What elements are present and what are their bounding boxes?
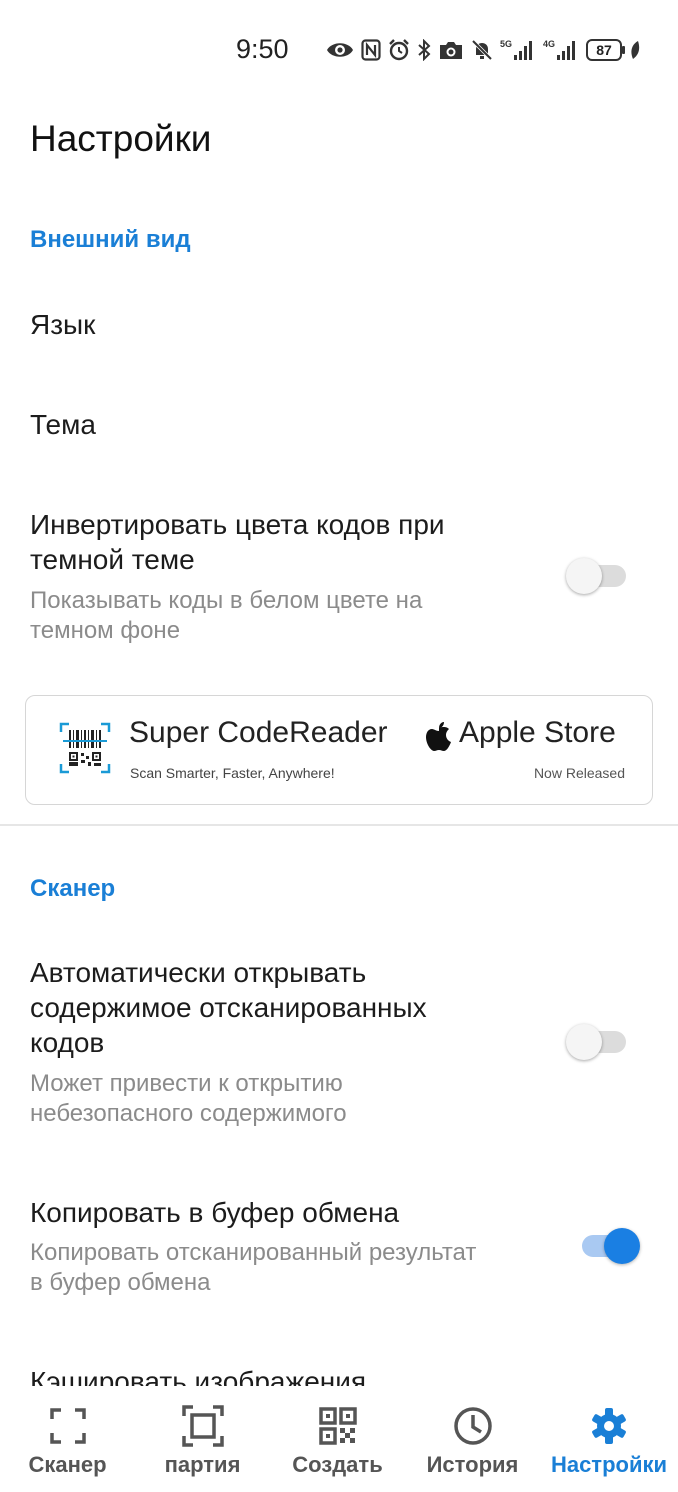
setting-invert-colors[interactable]: Инвертировать цвета кодов при темной тем…: [0, 500, 678, 660]
nav-label-scanner: Сканер: [28, 1452, 107, 1477]
setting-auto-open[interactable]: Автоматически открывать содержимое отска…: [0, 948, 678, 1138]
nav-item-batch[interactable]: партия: [135, 1386, 270, 1492]
status-bar: 9:50 5G 4G 87: [0, 0, 678, 100]
toggle-thumb: [604, 1228, 640, 1264]
auto-open-toggle[interactable]: [566, 1022, 626, 1062]
setting-auto-open-subtitle: Может привести к открытию небезопасного …: [30, 1069, 347, 1129]
setting-auto-open-title-line1: Автоматически открывать: [30, 957, 367, 988]
setting-invert-colors-title-line2: темной теме: [30, 544, 195, 575]
setting-theme[interactable]: Тема: [0, 390, 678, 460]
battery-icon: 87: [586, 39, 625, 61]
toggle-thumb: [566, 1024, 602, 1060]
scan-frame-icon: [49, 1408, 86, 1444]
nav-item-history[interactable]: История: [405, 1386, 540, 1492]
barcode-qr-logo-icon: [59, 722, 111, 774]
alarm-icon: [389, 39, 409, 61]
ad-tagline: Scan Smarter, Faster, Anywhere!: [130, 765, 335, 781]
setting-copy-clipboard-subtitle: Копировать отсканированный результат в б…: [30, 1238, 476, 1298]
section-divider: [0, 824, 678, 826]
clock-icon: [453, 1407, 492, 1445]
page-title: Настройки: [30, 118, 212, 159]
eye-icon: [327, 43, 353, 57]
ad-release-status: Now Released: [533, 765, 625, 781]
status-icons: 5G 4G 87: [326, 36, 641, 64]
nav-label-batch: партия: [164, 1452, 241, 1477]
svg-text:5G: 5G: [500, 39, 512, 49]
gear-icon: [592, 1408, 626, 1444]
setting-auto-open-title-line3: кодов: [30, 1027, 105, 1058]
setting-auto-open-subtitle-line1: Может привести к открытию: [30, 1070, 343, 1097]
toggle-thumb: [566, 558, 602, 594]
setting-invert-colors-title-line1: Инвертировать цвета кодов при: [30, 509, 445, 540]
leaf-icon: [631, 41, 640, 59]
copy-clipboard-toggle[interactable]: [578, 1226, 640, 1266]
signal-5g-icon: 5G: [500, 39, 532, 60]
status-time: 9:50: [236, 34, 289, 64]
nfc-icon: [361, 39, 381, 61]
setting-theme-label: Тема: [30, 409, 96, 440]
setting-auto-open-title-line2: содержимое отсканированных: [30, 992, 427, 1023]
qr-code-icon: [318, 1407, 357, 1445]
ad-store-name: Apple Store: [459, 716, 616, 749]
setting-invert-colors-title: Инвертировать цвета кодов при темной тем…: [30, 507, 445, 577]
batch-scan-icon: [181, 1405, 224, 1447]
nav-item-create[interactable]: Создать: [270, 1386, 405, 1492]
setting-invert-colors-subtitle: Показывать коды в белом цвете на темном …: [30, 586, 422, 646]
setting-auto-open-subtitle-line2: небезопасного содержимого: [30, 1100, 347, 1127]
signal-4g-icon: 4G: [543, 39, 575, 60]
setting-copy-clipboard[interactable]: Копировать в буфер обмена Копировать отс…: [0, 1188, 678, 1308]
ad-app-name: Super CodeReader: [129, 716, 388, 749]
ad-banner[interactable]: Super CodeReader Scan Smarter, Faster, A…: [25, 695, 653, 805]
svg-text:4G: 4G: [543, 39, 555, 49]
setting-copy-clipboard-title: Копировать в буфер обмена: [30, 1197, 400, 1228]
nav-item-settings[interactable]: Настройки: [540, 1386, 678, 1492]
bluetooth-icon: [418, 39, 431, 61]
section-header-scanner: Сканер: [30, 875, 116, 902]
setting-copy-clipboard-subtitle-line2: в буфер обмена: [30, 1269, 211, 1296]
apple-icon: [426, 722, 451, 751]
mute-icon: [471, 39, 493, 61]
setting-invert-colors-subtitle-line2: темном фоне: [30, 617, 181, 644]
camera-icon: [440, 42, 462, 59]
section-header-appearance: Внешний вид: [30, 226, 191, 253]
setting-language[interactable]: Язык: [0, 290, 678, 360]
nav-item-scanner[interactable]: Сканер: [0, 1386, 135, 1492]
nav-label-create: Создать: [292, 1452, 383, 1477]
nav-label-history: История: [426, 1452, 519, 1477]
setting-copy-clipboard-subtitle-line1: Копировать отсканированный результат: [30, 1239, 477, 1266]
setting-auto-open-title: Автоматически открывать содержимое отска…: [30, 955, 427, 1060]
nav-label-settings: Настройки: [550, 1452, 668, 1477]
setting-invert-colors-subtitle-line1: Показывать коды в белом цвете на: [30, 587, 423, 614]
setting-language-label: Язык: [30, 309, 96, 340]
invert-colors-toggle[interactable]: [566, 556, 626, 596]
bottom-nav: Сканер партия Создать История Настройки: [0, 1386, 678, 1492]
